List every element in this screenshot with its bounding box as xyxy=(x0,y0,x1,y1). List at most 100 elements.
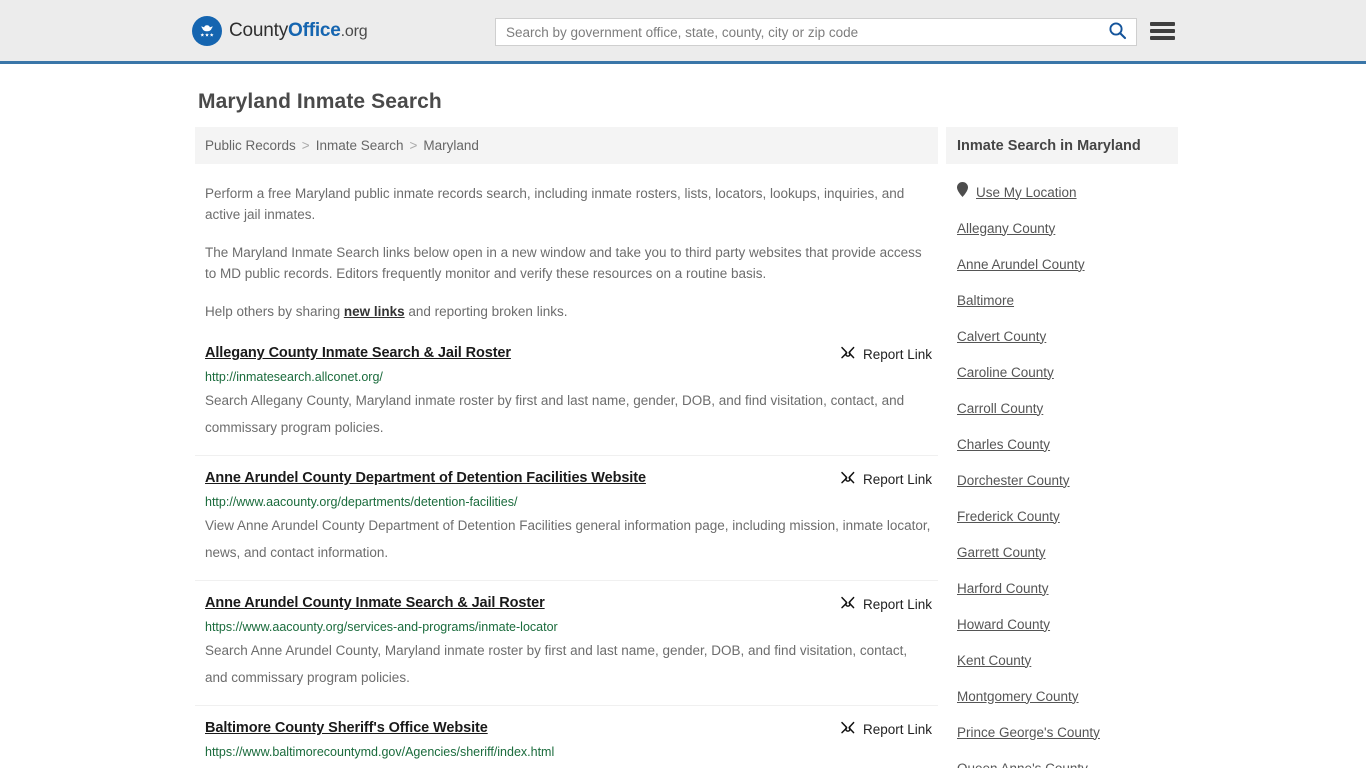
breadcrumb-item-maryland: Maryland xyxy=(423,138,479,153)
search-icon xyxy=(1108,21,1127,43)
search-button[interactable] xyxy=(1104,19,1136,45)
result-item: Baltimore County Sheriff's Office Websit… xyxy=(195,719,938,768)
sidebar-item-label[interactable]: Prince George's County xyxy=(957,725,1100,740)
content-columns: Public Records > Inmate Search > Marylan… xyxy=(0,127,1366,768)
sidebar-item-label[interactable]: Allegany County xyxy=(957,221,1055,236)
sidebar-item-garrett-county[interactable]: Garrett County xyxy=(946,534,1178,570)
breadcrumb: Public Records > Inmate Search > Marylan… xyxy=(195,127,938,164)
intro-text-after-link: and reporting broken links. xyxy=(404,304,568,319)
result-title-link[interactable]: Anne Arundel County Department of Detent… xyxy=(205,469,646,487)
sidebar-item-carroll-county[interactable]: Carroll County xyxy=(946,390,1178,426)
logo-text-office: Office xyxy=(288,20,341,41)
logo-text-org: .org xyxy=(340,23,368,40)
result-url-link[interactable]: https://www.aacounty.org/services-and-pr… xyxy=(205,620,932,635)
sidebar-item-allegany-county[interactable]: Allegany County xyxy=(946,210,1178,246)
page-body: Maryland Inmate Search Public Records > … xyxy=(0,90,1366,768)
map-pin-icon xyxy=(957,182,968,202)
result-description: Search Allegany County, Maryland inmate … xyxy=(205,393,905,435)
sidebar-item-label[interactable]: Howard County xyxy=(957,617,1050,632)
result-header: Baltimore County Sheriff's Office Websit… xyxy=(205,719,932,739)
intro-paragraph-2: The Maryland Inmate Search links below o… xyxy=(205,245,922,281)
report-link-button[interactable]: Report Link xyxy=(840,594,932,614)
result-item: Anne Arundel County Inmate Search & Jail… xyxy=(195,594,938,706)
sidebar-item-label[interactable]: Frederick County xyxy=(957,509,1060,524)
sidebar-item-label[interactable]: Calvert County xyxy=(957,329,1046,344)
result-title-link[interactable]: Allegany County Inmate Search & Jail Ros… xyxy=(205,344,511,362)
sidebar-item-label[interactable]: Anne Arundel County xyxy=(957,257,1085,272)
page-title: Maryland Inmate Search xyxy=(198,90,442,113)
breadcrumb-separator: > xyxy=(301,138,310,153)
sidebar-item-label[interactable]: Carroll County xyxy=(957,401,1043,416)
logo-text-county: County xyxy=(229,20,289,41)
result-description: View Anne Arundel County Department of D… xyxy=(205,518,931,560)
sidebar-item-label[interactable]: Baltimore xyxy=(957,293,1014,308)
sidebar-item-label[interactable]: Queen Anne's County xyxy=(957,761,1088,768)
result-item: Allegany County Inmate Search & Jail Ros… xyxy=(195,344,938,456)
sidebar-item-caroline-county[interactable]: Caroline County xyxy=(946,354,1178,390)
sidebar-item-label[interactable]: Kent County xyxy=(957,653,1031,668)
breadcrumb-item-inmate-search[interactable]: Inmate Search xyxy=(316,138,404,153)
site-logo[interactable]: CountyOffice.org xyxy=(192,15,368,46)
search-input[interactable] xyxy=(496,24,1104,40)
report-link-button[interactable]: Report Link xyxy=(840,344,932,364)
hamburger-bar xyxy=(1150,29,1175,33)
sidebar-item-howard-county[interactable]: Howard County xyxy=(946,606,1178,642)
result-description: Search Anne Arundel County, Maryland inm… xyxy=(205,643,908,685)
hamburger-bar xyxy=(1150,36,1175,40)
sidebar-item-label[interactable]: Dorchester County xyxy=(957,473,1070,488)
sidebar-item-label[interactable]: Use My Location xyxy=(976,185,1077,200)
sidebar-item-label[interactable]: Garrett County xyxy=(957,545,1046,560)
sidebar-item-label[interactable]: Charles County xyxy=(957,437,1050,452)
eagle-stars-seal-icon xyxy=(192,15,222,46)
result-header: Allegany County Inmate Search & Jail Ros… xyxy=(205,344,932,364)
sidebar-title: Inmate Search in Maryland xyxy=(946,127,1178,164)
sidebar-item-label[interactable]: Harford County xyxy=(957,581,1049,596)
sidebar-item-label[interactable]: Caroline County xyxy=(957,365,1054,380)
hamburger-menu-icon[interactable] xyxy=(1150,20,1175,42)
sidebar-item-dorchester-county[interactable]: Dorchester County xyxy=(946,462,1178,498)
report-link-label: Report Link xyxy=(862,472,932,487)
breadcrumb-separator: > xyxy=(409,138,418,153)
sidebar-item-queen-annes-county[interactable]: Queen Anne's County xyxy=(946,750,1178,768)
sidebar-item-label[interactable]: Montgomery County xyxy=(957,689,1079,704)
sidebar-item-montgomery-county[interactable]: Montgomery County xyxy=(946,678,1178,714)
hamburger-bar xyxy=(1150,22,1175,26)
search-bar[interactable] xyxy=(495,18,1137,46)
sidebar-item-use-my-location[interactable]: Use My Location xyxy=(946,174,1178,210)
result-title-link[interactable]: Anne Arundel County Inmate Search & Jail… xyxy=(205,594,545,612)
result-url-link[interactable]: http://www.aacounty.org/departments/dete… xyxy=(205,495,932,510)
sidebar-item-harford-county[interactable]: Harford County xyxy=(946,570,1178,606)
site-header: CountyOffice.org xyxy=(0,0,1366,64)
result-url-link[interactable]: https://www.baltimorecountymd.gov/Agenci… xyxy=(205,745,932,760)
sidebar: Inmate Search in Maryland Use My Locatio… xyxy=(946,127,1178,768)
report-link-button[interactable]: Report Link xyxy=(840,469,932,489)
sidebar-county-list: Use My Location Allegany County Anne Aru… xyxy=(946,174,1178,768)
result-item: Anne Arundel County Department of Detent… xyxy=(195,469,938,581)
breadcrumb-item-public-records[interactable]: Public Records xyxy=(205,138,296,153)
sidebar-item-anne-arundel-county[interactable]: Anne Arundel County xyxy=(946,246,1178,282)
results-list: Allegany County Inmate Search & Jail Ros… xyxy=(195,344,938,768)
broken-link-icon xyxy=(840,345,856,364)
broken-link-icon xyxy=(840,720,856,739)
sidebar-item-kent-county[interactable]: Kent County xyxy=(946,642,1178,678)
intro-paragraph-3: Help others by sharing new links and rep… xyxy=(205,301,932,322)
new-links-link[interactable]: new links xyxy=(344,304,405,319)
result-header: Anne Arundel County Inmate Search & Jail… xyxy=(205,594,932,614)
broken-link-icon xyxy=(840,595,856,614)
result-description: View Baltimore County Sheriff's Office h… xyxy=(205,762,932,768)
report-link-label: Report Link xyxy=(862,347,932,362)
sidebar-item-charles-county[interactable]: Charles County xyxy=(946,426,1178,462)
intro-text-before-link: Help others by sharing xyxy=(205,304,344,319)
intro-paragraph-1: Perform a free Maryland public inmate re… xyxy=(205,186,905,222)
sidebar-item-prince-georges-county[interactable]: Prince George's County xyxy=(946,714,1178,750)
result-url-link[interactable]: http://inmatesearch.allconet.org/ xyxy=(205,370,932,385)
sidebar-item-baltimore[interactable]: Baltimore xyxy=(946,282,1178,318)
report-link-button[interactable]: Report Link xyxy=(840,719,932,739)
sidebar-item-calvert-county[interactable]: Calvert County xyxy=(946,318,1178,354)
site-logo-text: CountyOffice.org xyxy=(229,20,368,41)
report-link-label: Report Link xyxy=(862,597,932,612)
result-title-link[interactable]: Baltimore County Sheriff's Office Websit… xyxy=(205,719,488,737)
sidebar-item-frederick-county[interactable]: Frederick County xyxy=(946,498,1178,534)
result-header: Anne Arundel County Department of Detent… xyxy=(205,469,932,489)
report-link-label: Report Link xyxy=(862,722,932,737)
